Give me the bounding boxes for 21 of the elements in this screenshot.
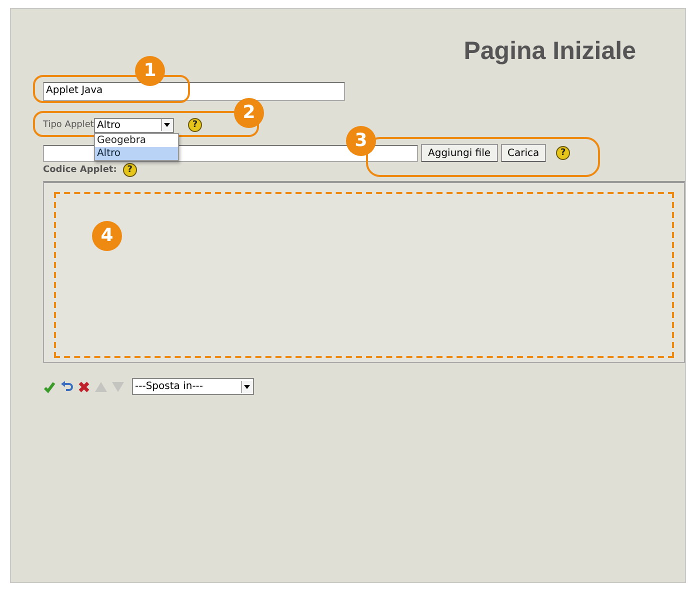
type-select[interactable]: Altro [94,118,174,132]
check-icon[interactable] [43,380,57,394]
help-icon[interactable]: ? [122,163,137,177]
caret-icon [241,380,253,392]
button[interactable]: Aggiungi file [421,144,498,162]
delete-icon[interactable] [77,380,91,394]
help-icon[interactable]: ? [188,118,202,132]
dropdown-option[interactable]: Altro [94,146,178,160]
page-title: Pagina Iniziale [464,37,636,67]
callout-badge: 3 [346,126,376,156]
caret-icon [160,119,173,131]
type-label: Tipo Applet [43,120,94,130]
code-label: Codice Applet: [43,165,117,175]
dropdown-option[interactable]: Geogebra [94,134,178,146]
move-select[interactable]: ---Sposta in--- [132,378,254,395]
callout-badge: 1 [135,56,165,86]
undo-icon[interactable] [60,380,74,394]
callout-badge: 2 [234,98,264,128]
button[interactable]: Carica [500,144,546,162]
help-icon[interactable]: ? [556,146,570,160]
name-field[interactable]: Applet Java [43,82,345,101]
